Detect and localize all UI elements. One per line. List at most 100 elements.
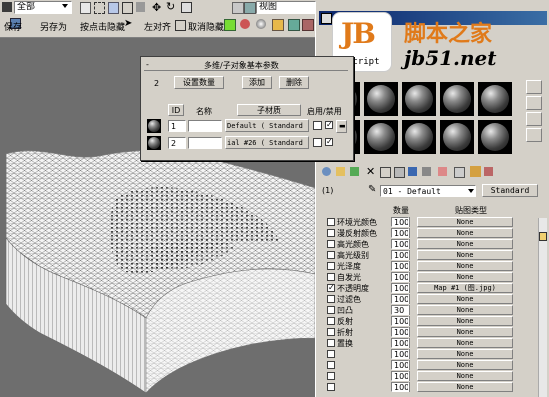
sample-slot[interactable] xyxy=(402,120,436,154)
map-amount-field[interactable]: 100 xyxy=(391,327,409,337)
column-submaterial-button[interactable]: 子材质 xyxy=(237,104,301,116)
submaterial-extra-button[interactable]: ▬ xyxy=(336,120,347,133)
snap-icon[interactable] xyxy=(232,2,244,14)
submaterial-preview[interactable] xyxy=(147,119,161,133)
material-name-field[interactable]: 01 - Default xyxy=(380,185,476,197)
cursor-icon[interactable]: ➤ xyxy=(124,18,132,29)
delete-button[interactable]: 删除 xyxy=(279,76,309,89)
submaterial-enable-checkbox[interactable]: ✓ xyxy=(325,138,333,146)
sample-slot[interactable] xyxy=(478,120,512,154)
rollout-scrollbar[interactable] xyxy=(538,218,547,397)
map-amount-spinner[interactable] xyxy=(409,294,414,304)
add-button[interactable]: 添加 xyxy=(242,76,272,89)
select-icon[interactable] xyxy=(80,2,91,14)
show-map-icon[interactable] xyxy=(438,167,447,176)
viewport-dropdown[interactable]: 视图 xyxy=(256,1,316,14)
map-amount-spinner[interactable] xyxy=(409,250,414,260)
select-name-icon[interactable] xyxy=(108,2,119,14)
set-count-button[interactable]: 设置数量 xyxy=(174,76,224,89)
toolbar-icon[interactable] xyxy=(2,2,12,12)
map-amount-field[interactable]: 100 xyxy=(391,261,409,271)
map-amount-field[interactable]: 100 xyxy=(391,349,409,359)
submaterial-name-field[interactable] xyxy=(188,120,222,132)
map-enable-checkbox[interactable] xyxy=(327,372,335,380)
column-id-button[interactable]: ID xyxy=(168,104,184,116)
submaterial-id-field[interactable]: 1 xyxy=(168,120,186,132)
map-slot-button[interactable]: None xyxy=(417,272,513,282)
map-amount-spinner[interactable] xyxy=(409,217,414,227)
map-enable-checkbox[interactable] xyxy=(327,229,335,237)
sample-slot[interactable] xyxy=(440,120,474,154)
map-slot-button[interactable]: None xyxy=(417,327,513,337)
reset-icon[interactable]: ✕ xyxy=(366,165,375,178)
rect-select-icon[interactable] xyxy=(122,2,133,14)
get-material-icon[interactable] xyxy=(322,167,331,176)
map-amount-field[interactable]: 100 xyxy=(391,316,409,326)
map-amount-spinner[interactable] xyxy=(409,371,414,381)
dialog-title-bar[interactable]: - 多维/子对象基本参数 xyxy=(144,60,348,71)
go-sibling-icon[interactable] xyxy=(484,167,493,176)
go-parent-icon[interactable] xyxy=(470,166,481,177)
sample-slot[interactable] xyxy=(402,82,436,116)
map-amount-spinner[interactable] xyxy=(409,316,414,326)
library-icon[interactable] xyxy=(408,167,417,176)
backlight-icon[interactable] xyxy=(526,96,542,110)
map-amount-field[interactable]: 100 xyxy=(391,250,409,260)
material-type-button[interactable]: Standard xyxy=(482,184,538,197)
map-amount-field[interactable]: 100 xyxy=(391,382,409,392)
align-icon[interactable] xyxy=(175,20,186,31)
submaterial-id-field[interactable]: 2 xyxy=(168,137,186,149)
map-slot-button[interactable]: None xyxy=(417,305,513,315)
chevron-down-icon[interactable] xyxy=(62,4,68,8)
effects-icon[interactable] xyxy=(422,167,431,176)
map-amount-spinner[interactable] xyxy=(409,228,414,238)
map-enable-checkbox[interactable] xyxy=(327,317,335,325)
chevron-down-icon[interactable] xyxy=(468,189,474,193)
sample-slot[interactable] xyxy=(364,120,398,154)
uv-tiling-icon[interactable] xyxy=(526,128,542,142)
render-last-icon[interactable] xyxy=(302,19,314,31)
submaterial-color-swatch[interactable] xyxy=(313,138,322,147)
window-crossing-icon[interactable] xyxy=(136,2,145,12)
map-slot-button[interactable]: None xyxy=(417,382,513,392)
eyedropper-icon[interactable]: ✎ xyxy=(368,184,376,195)
render-icon[interactable] xyxy=(224,19,236,31)
submaterial-button[interactable]: ial #26 ( Standard ) xyxy=(225,136,309,149)
quick-render-icon[interactable] xyxy=(288,19,300,31)
map-amount-spinner[interactable] xyxy=(409,305,414,315)
submaterial-enable-checkbox[interactable]: ✓ xyxy=(325,121,333,129)
map-amount-field[interactable]: 30 xyxy=(391,305,409,315)
background-icon[interactable] xyxy=(526,112,542,126)
map-enable-checkbox[interactable] xyxy=(327,350,335,358)
sample-type-icon[interactable] xyxy=(526,80,542,94)
map-slot-button[interactable]: None xyxy=(417,250,513,260)
rotate-icon[interactable]: ↻ xyxy=(166,0,175,13)
map-slot-button[interactable]: Map #1 (图.jpg) xyxy=(417,283,513,293)
submaterial-name-field[interactable] xyxy=(188,137,222,149)
map-slot-button[interactable]: None xyxy=(417,338,513,348)
copy-icon[interactable] xyxy=(380,167,391,178)
map-amount-spinner[interactable] xyxy=(409,338,414,348)
map-amount-field[interactable]: 100 xyxy=(391,228,409,238)
show-end-icon[interactable] xyxy=(454,167,465,178)
map-amount-field[interactable]: 100 xyxy=(391,283,409,293)
unique-icon[interactable] xyxy=(394,167,405,178)
map-amount-field[interactable]: 100 xyxy=(391,371,409,381)
align-left-button[interactable]: 左对齐 xyxy=(144,20,171,33)
map-amount-spinner[interactable] xyxy=(409,239,414,249)
collapse-toggle[interactable]: - xyxy=(146,60,149,69)
map-enable-checkbox[interactable] xyxy=(327,262,335,270)
map-amount-field[interactable]: 100 xyxy=(391,294,409,304)
map-amount-spinner[interactable] xyxy=(409,272,414,282)
map-enable-checkbox[interactable]: ✓ xyxy=(327,284,335,292)
save-as-button[interactable]: 另存为 xyxy=(40,20,67,33)
map-amount-spinner[interactable] xyxy=(409,382,414,392)
assign-material-icon[interactable] xyxy=(350,167,359,176)
map-enable-checkbox[interactable] xyxy=(327,295,335,303)
map-amount-field[interactable]: 100 xyxy=(391,272,409,282)
map-enable-checkbox[interactable] xyxy=(327,273,335,281)
scale-icon[interactable] xyxy=(181,2,192,13)
map-amount-field[interactable]: 100 xyxy=(391,360,409,370)
map-enable-checkbox[interactable] xyxy=(327,361,335,369)
map-slot-button[interactable]: None xyxy=(417,217,513,227)
